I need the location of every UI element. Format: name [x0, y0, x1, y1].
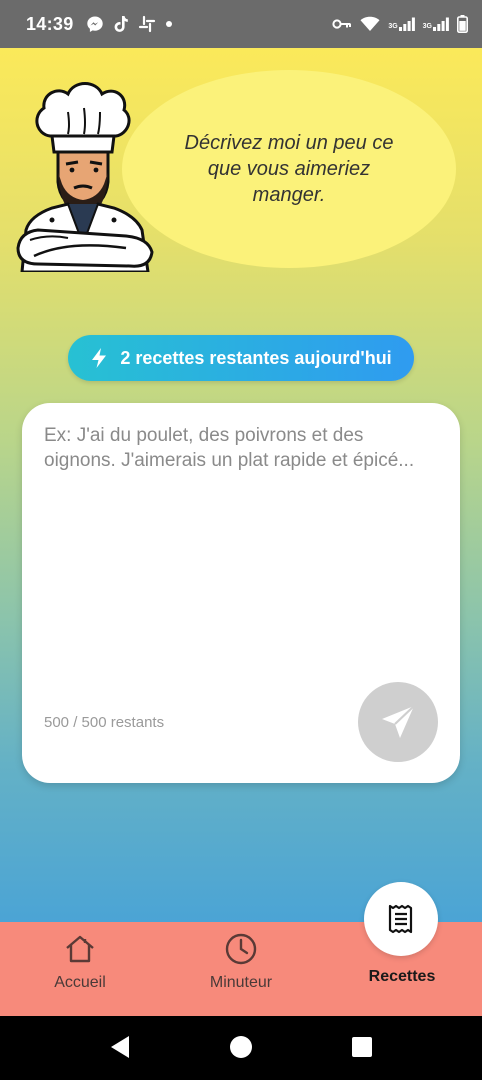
dot-icon [165, 21, 172, 27]
wifi-icon [360, 16, 380, 31]
chef-speech-text: Décrivez moi un peu ce que vous aimeriez… [184, 132, 394, 206]
home-button-icon[interactable] [229, 1034, 253, 1060]
status-bar: 14:39 3G 3G [0, 0, 482, 48]
recipe-request-card: 500 / 500 restants [22, 403, 460, 783]
battery-icon [457, 15, 468, 33]
nav-label-minuteur: Minuteur [209, 974, 273, 991]
key-icon [332, 19, 352, 29]
nav-label-recettes: Recettes [368, 968, 436, 985]
messenger-icon [86, 16, 103, 32]
character-counter: 500 / 500 restants [44, 714, 165, 731]
status-time: 14:39 [26, 13, 74, 34]
system-status-icons: 3G 3G [332, 15, 468, 33]
nav-label-accueil: Accueil [54, 974, 106, 991]
nav-item-accueil[interactable]: Accueil [10, 932, 150, 992]
bolt-icon [92, 348, 107, 368]
chef-speech-bubble: Décrivez moi un peu ce que vous aimeriez… [122, 70, 456, 268]
slack-icon [138, 15, 155, 33]
send-button[interactable] [358, 682, 438, 762]
receipt-icon [388, 904, 413, 934]
home-icon [66, 935, 94, 963]
back-icon[interactable] [108, 1034, 132, 1060]
nav-item-recettes[interactable]: Recettes [332, 960, 472, 986]
send-icon [382, 705, 415, 738]
signal-3g-icon: 3G [388, 17, 415, 31]
recents-icon[interactable] [350, 1034, 374, 1060]
recipe-description-input[interactable] [44, 423, 438, 673]
system-navigation-bar [0, 1016, 482, 1080]
recipes-remaining-badge: 2 recettes restantes aujourd'hui [68, 335, 414, 381]
clock-icon [225, 933, 257, 965]
main-content: Décrivez moi un peu ce que vous aimeriez… [0, 48, 482, 922]
notification-icons [86, 15, 173, 33]
signal-3g-icon: 3G [423, 17, 449, 31]
tiktok-icon [114, 16, 128, 32]
active-tab-indicator[interactable] [364, 882, 438, 956]
nav-item-minuteur[interactable]: Minuteur [171, 932, 311, 992]
recipes-remaining-label: 2 recettes restantes aujourd'hui [120, 347, 392, 368]
